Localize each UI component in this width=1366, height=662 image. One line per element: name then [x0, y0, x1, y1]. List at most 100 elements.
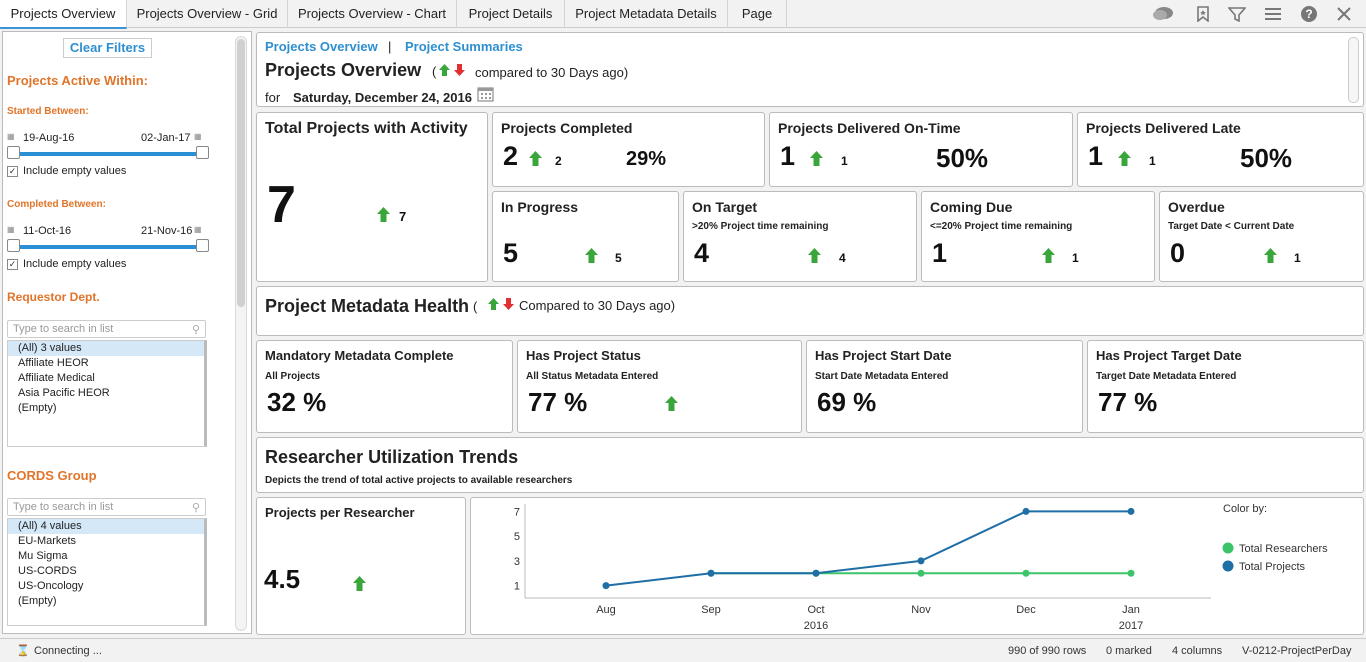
- dept-search-input[interactable]: Type to search in list ⚲: [7, 320, 206, 338]
- search-icon: ⚲: [191, 324, 200, 336]
- data-point[interactable]: [707, 569, 715, 577]
- list-item[interactable]: EU-Markets: [8, 534, 204, 549]
- card-title: Mandatory Metadata Complete: [265, 348, 454, 363]
- delta-value: 1: [1149, 154, 1156, 168]
- filter-panel-scrollbar[interactable]: [235, 36, 247, 631]
- x-tick-label: Oct: [807, 604, 824, 616]
- tab-project-metadata-details[interactable]: Project Metadata Details: [565, 0, 728, 28]
- dept-listbox[interactable]: (All) 3 values Affiliate HEOR Affiliate …: [7, 340, 207, 447]
- connection-status: Connecting ...: [34, 645, 102, 657]
- list-item[interactable]: Affiliate Medical: [8, 371, 204, 386]
- page-title: Projects Overview: [265, 60, 422, 80]
- project-summaries-link[interactable]: Project Summaries: [405, 39, 523, 54]
- paren-open: (: [473, 299, 478, 314]
- tab-projects-overview-chart[interactable]: Projects Overview - Chart: [288, 0, 457, 28]
- help-icon[interactable]: ?: [1298, 4, 1320, 24]
- card-title: Has Project Start Date: [815, 348, 952, 363]
- tab-page[interactable]: Page: [728, 0, 787, 28]
- started-to-value[interactable]: 02-Jan-17: [141, 132, 191, 144]
- data-point[interactable]: [602, 582, 610, 590]
- calendar-icon[interactable]: ▦: [194, 132, 202, 141]
- calendar-icon[interactable]: ▦: [194, 225, 202, 234]
- arrow-down-icon: [454, 64, 465, 79]
- cords-search-input[interactable]: Type to search in list ⚲: [7, 498, 206, 516]
- slider-handle-max[interactable]: [196, 239, 209, 252]
- calendar-icon[interactable]: ▦: [7, 132, 15, 141]
- arrow-up-icon: [488, 298, 499, 313]
- data-point[interactable]: [917, 557, 925, 565]
- completed-to-value[interactable]: 21-Nov-16: [141, 225, 192, 237]
- started-from-value[interactable]: 19-Aug-16: [23, 132, 74, 144]
- ppr-value: 4.5: [264, 564, 301, 594]
- card-subtitle: Start Date Metadata Entered: [815, 371, 949, 382]
- comingdue-value: 1: [932, 238, 948, 268]
- completed-between-label: Completed Between:: [7, 199, 106, 210]
- bookmark-icon[interactable]: [1192, 4, 1214, 24]
- list-item[interactable]: Mu Sigma: [8, 549, 204, 564]
- data-point[interactable]: [1127, 507, 1135, 515]
- close-icon[interactable]: [1333, 4, 1355, 24]
- search-placeholder: Type to search in list: [13, 501, 114, 513]
- projects-overview-link[interactable]: Projects Overview: [265, 39, 378, 54]
- delta-value: 1: [841, 154, 848, 168]
- header-scrollbar[interactable]: [1348, 37, 1359, 103]
- data-point[interactable]: [917, 569, 925, 577]
- list-item[interactable]: (Empty): [8, 594, 204, 609]
- legend-swatch[interactable]: [1222, 560, 1234, 572]
- filter-icon[interactable]: [1226, 4, 1248, 24]
- clear-filters-button[interactable]: Clear Filters: [63, 38, 152, 58]
- list-item[interactable]: US-Oncology: [8, 579, 204, 594]
- card-subtitle: <=20% Project time remaining: [930, 221, 1073, 232]
- delta-value: 7: [399, 209, 407, 224]
- data-point[interactable]: [1022, 507, 1030, 515]
- menu-icon[interactable]: [1262, 4, 1284, 24]
- started-between-label: Started Between:: [7, 106, 89, 117]
- started-range-slider[interactable]: [7, 146, 209, 159]
- legend-item[interactable]: Total Researchers: [1239, 543, 1328, 555]
- target-date-card: Has Project Target Date Target Date Meta…: [1087, 340, 1364, 433]
- column-count: 4 columns: [1172, 645, 1223, 657]
- card-title: Has Project Status: [526, 348, 641, 363]
- y-tick-label: 7: [514, 506, 520, 518]
- completed-from-value[interactable]: 11-Oct-16: [23, 225, 71, 237]
- arrow-up-icon: [439, 64, 450, 79]
- list-item[interactable]: Affiliate HEOR: [8, 356, 204, 371]
- comment-icon[interactable]: [1152, 4, 1174, 24]
- data-point[interactable]: [1127, 569, 1135, 577]
- list-item[interactable]: Asia Pacific HEOR: [8, 386, 204, 401]
- in-progress-card: In Progress 5 5: [492, 191, 679, 282]
- requestor-dept-heading: Requestor Dept.: [7, 290, 100, 304]
- slider-handle-max[interactable]: [196, 146, 209, 159]
- list-item[interactable]: (Empty): [8, 401, 204, 416]
- tab-projects-overview[interactable]: Projects Overview: [0, 0, 127, 29]
- list-item[interactable]: (All) 3 values: [8, 341, 204, 356]
- cords-listbox[interactable]: (All) 4 values EU-Markets Mu Sigma US-CO…: [7, 518, 207, 626]
- completed-range-slider[interactable]: [7, 239, 209, 252]
- list-item[interactable]: (All) 4 values: [8, 519, 204, 534]
- x-tick-label: Dec: [1016, 604, 1036, 616]
- slider-handle-min[interactable]: [7, 146, 20, 159]
- tab-project-details[interactable]: Project Details: [457, 0, 565, 28]
- utilization-line-chart[interactable]: 1 3 5 7 Aug Sep Oct Nov Dec Jan 2016 2017 Color by: T…: [471, 498, 1363, 634]
- data-point[interactable]: [812, 569, 820, 577]
- checkbox-checked-icon[interactable]: ✓: [7, 258, 18, 270]
- data-point[interactable]: [1022, 569, 1030, 577]
- completed-include-empty[interactable]: ✓ Include empty values: [7, 258, 126, 270]
- slider-handle-min[interactable]: [7, 239, 20, 252]
- legend-item[interactable]: Total Projects: [1239, 561, 1306, 573]
- checkbox-checked-icon[interactable]: ✓: [7, 165, 18, 177]
- tab-projects-overview-grid[interactable]: Projects Overview - Grid: [127, 0, 288, 28]
- card-title: Total Projects with Activity: [265, 120, 468, 137]
- list-item[interactable]: US-CORDS: [8, 564, 204, 579]
- y-tick-label: 3: [514, 556, 520, 568]
- projects-completed-card: Projects Completed 2 2 29%: [492, 112, 765, 187]
- dashboard-main: Projects Overview | Project Summaries Pr…: [255, 31, 1365, 637]
- calendar-icon[interactable]: ▦: [7, 225, 15, 234]
- data-source-name[interactable]: V-0212-ProjectPerDay: [1242, 645, 1351, 657]
- year-label: 2017: [1119, 620, 1143, 632]
- calendar-icon[interactable]: [477, 86, 494, 105]
- delta-value: 4: [839, 251, 846, 265]
- project-status-card: Has Project Status All Status Metadata E…: [517, 340, 802, 433]
- started-include-empty[interactable]: ✓ Include empty values: [7, 165, 126, 177]
- legend-swatch[interactable]: [1222, 542, 1234, 554]
